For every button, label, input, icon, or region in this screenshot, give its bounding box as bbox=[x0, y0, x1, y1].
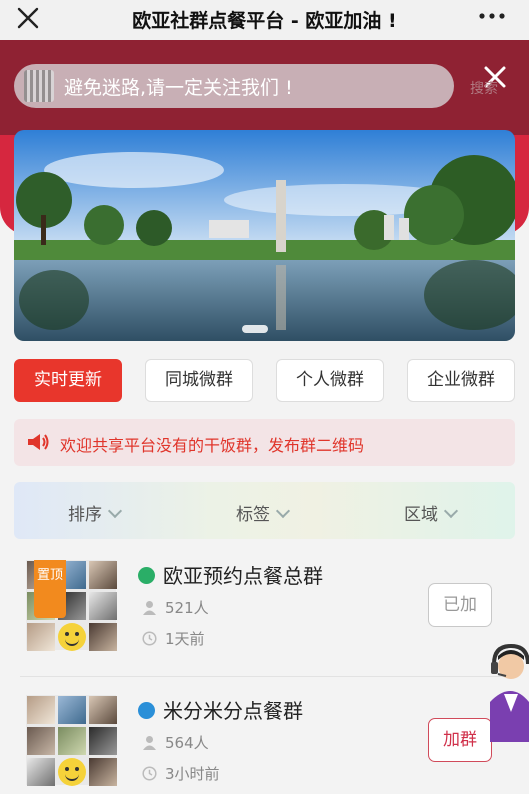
group-updated-time: 3小时前 bbox=[142, 763, 220, 784]
filter-region[interactable]: 区域 bbox=[404, 500, 459, 525]
follow-banner[interactable]: 避免迷路,请一定关注我们 ! bbox=[14, 64, 454, 108]
carousel-indicator[interactable] bbox=[242, 325, 268, 333]
member-count-text: 521人 bbox=[165, 599, 209, 617]
qr-code-icon bbox=[24, 70, 54, 102]
filter-sort-label: 排序 bbox=[68, 505, 102, 525]
updated-time-text: 3小时前 bbox=[165, 765, 220, 783]
filter-region-label: 区域 bbox=[404, 505, 438, 525]
category-tabs: 实时更新 同城微群 个人微群 企业微群 bbox=[14, 359, 515, 402]
clock-icon bbox=[142, 766, 157, 781]
banner-carousel[interactable] bbox=[14, 130, 515, 341]
updated-time-text: 1天前 bbox=[165, 630, 205, 648]
customer-service-icon[interactable] bbox=[486, 642, 529, 742]
group-member-count: 564人 bbox=[142, 732, 209, 753]
user-icon bbox=[143, 736, 156, 750]
group-updated-time: 1天前 bbox=[142, 628, 205, 649]
top-nav-bar: 欧亚社群点餐平台 - 欧亚加油 ! bbox=[0, 0, 529, 40]
more-options-icon[interactable] bbox=[477, 4, 507, 28]
group-name-text: 米分米分点餐群 bbox=[163, 699, 303, 723]
wechat-icon bbox=[138, 567, 155, 584]
pinned-badge: 置顶 bbox=[34, 560, 66, 618]
group-list-item[interactable]: 置顶 欧亚预约点餐总群 521人 1天前 已加 bbox=[14, 560, 515, 675]
group-member-count: 521人 bbox=[142, 597, 209, 618]
joined-button[interactable]: 已加 bbox=[428, 583, 492, 627]
tab-personal[interactable]: 个人微群 bbox=[276, 359, 384, 402]
group-name-text: 欧亚预约点餐总群 bbox=[163, 564, 323, 588]
search-link[interactable]: 搜索 bbox=[470, 78, 498, 98]
group-avatar-grid bbox=[26, 695, 117, 786]
tab-enterprise[interactable]: 企业微群 bbox=[407, 359, 515, 402]
close-icon[interactable] bbox=[14, 4, 42, 32]
group-name: 米分米分点餐群 bbox=[138, 695, 303, 724]
join-group-button[interactable]: 加群 bbox=[428, 718, 492, 762]
tab-realtime[interactable]: 实时更新 bbox=[14, 359, 122, 402]
notice-text: 欢迎共享平台没有的干饭群，发布群二维码 bbox=[60, 436, 365, 455]
notice-bar[interactable]: 欢迎共享平台没有的干饭群，发布群二维码 bbox=[14, 419, 515, 466]
filter-tags[interactable]: 标签 bbox=[236, 500, 291, 525]
list-divider bbox=[20, 676, 510, 677]
carousel-image bbox=[14, 130, 515, 341]
member-count-text: 564人 bbox=[165, 734, 209, 752]
clock-icon bbox=[142, 631, 157, 646]
chevron-down-icon bbox=[275, 503, 291, 519]
tab-same-city[interactable]: 同城微群 bbox=[145, 359, 253, 402]
filter-tags-label: 标签 bbox=[236, 505, 270, 525]
filter-sort[interactable]: 排序 bbox=[68, 500, 123, 525]
follow-banner-text: 避免迷路,请一定关注我们 ! bbox=[64, 77, 293, 99]
group-name: 欧亚预约点餐总群 bbox=[138, 560, 323, 589]
filter-bar: 排序 标签 区域 bbox=[14, 482, 515, 539]
chevron-down-icon bbox=[443, 503, 459, 519]
page-title: 欧亚社群点餐平台 - 欧亚加油 ! bbox=[132, 10, 397, 32]
chevron-down-icon bbox=[107, 503, 123, 519]
speaker-icon bbox=[28, 434, 49, 450]
user-icon bbox=[143, 601, 156, 615]
qq-icon bbox=[138, 702, 155, 719]
group-list-item[interactable]: 米分米分点餐群 564人 3小时前 加群 bbox=[14, 695, 515, 794]
